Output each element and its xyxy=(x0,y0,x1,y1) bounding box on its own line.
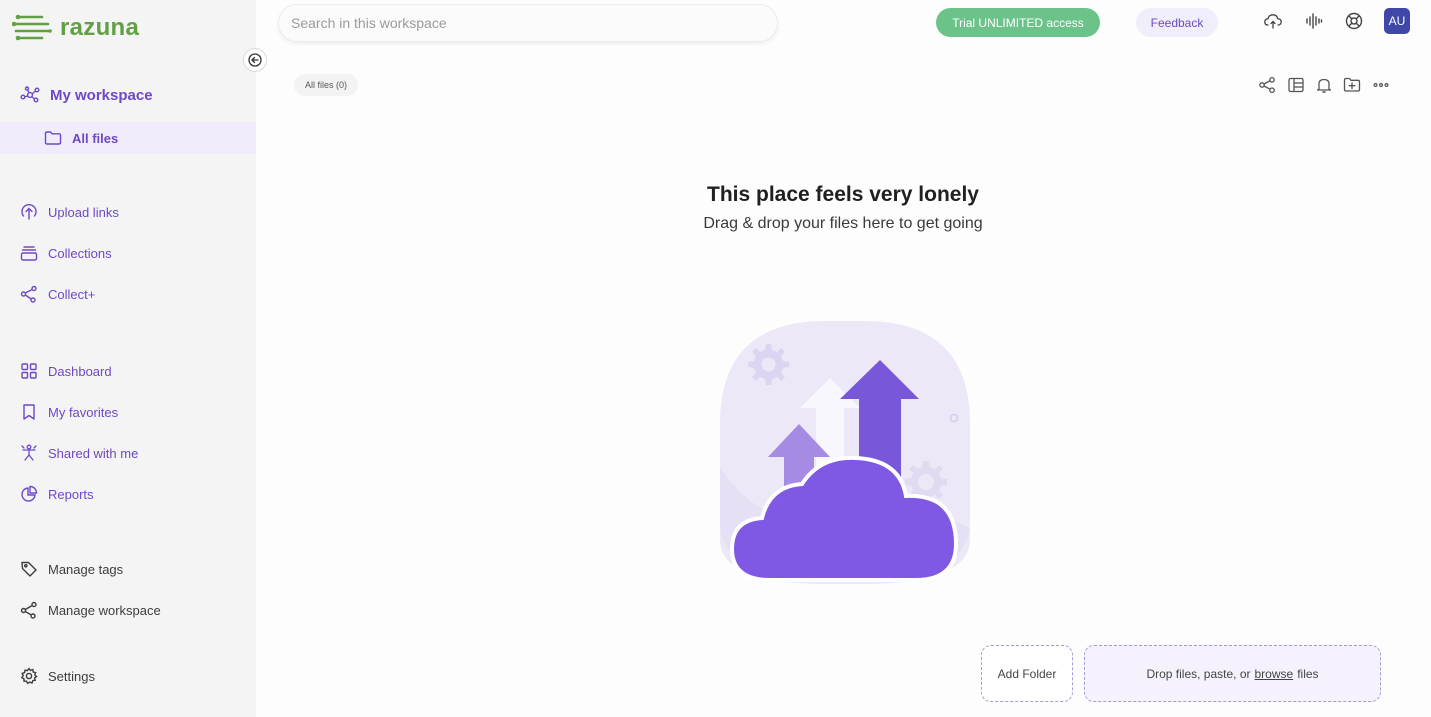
sidebar-item-all-files[interactable]: All files xyxy=(0,122,256,154)
new-folder-icon[interactable] xyxy=(1343,76,1361,94)
dropzone-text-suffix: files xyxy=(1297,666,1319,681)
upload-icon xyxy=(21,204,37,220)
browse-files-link[interactable]: browse xyxy=(1255,667,1294,681)
sidebar-item-settings[interactable]: Settings xyxy=(0,658,256,694)
more-icon[interactable] xyxy=(1372,76,1390,94)
logo-text: razuna xyxy=(60,14,140,41)
audio-wave-icon[interactable] xyxy=(1304,11,1324,31)
add-folder-button[interactable]: Add Folder xyxy=(981,645,1073,702)
sidebar-item-label: Reports xyxy=(48,486,94,502)
search-bar[interactable] xyxy=(278,4,778,42)
workspace-network-icon xyxy=(20,86,40,103)
empty-state-title: This place feels very lonely xyxy=(707,183,979,206)
dashboard-icon xyxy=(21,363,37,379)
sidebar-item-collect-plus[interactable]: Collect+ xyxy=(0,276,256,312)
razuna-logo-icon xyxy=(12,14,52,41)
sidebar-item-upload-links[interactable]: Upload links xyxy=(0,194,256,230)
bell-icon[interactable] xyxy=(1315,76,1333,94)
sidebar-item-reports[interactable]: Reports xyxy=(0,476,256,512)
share-icon[interactable] xyxy=(1258,76,1276,94)
sidebar-item-label: Shared with me xyxy=(48,445,139,461)
sidebar-item-label: Manage workspace xyxy=(48,602,161,618)
sidebar-item-label: Upload links xyxy=(48,204,119,220)
tag-icon xyxy=(21,561,37,577)
gear-icon xyxy=(20,667,38,685)
pie-chart-icon xyxy=(21,485,38,502)
bookmark-icon xyxy=(23,404,35,420)
collapse-sidebar-button[interactable] xyxy=(243,48,267,72)
feedback-button[interactable]: Feedback xyxy=(1136,8,1218,37)
logo[interactable]: razuna xyxy=(12,12,139,44)
empty-state-subtitle: Drag & drop your files here to get going xyxy=(703,215,983,232)
sidebar-item-manage-tags[interactable]: Manage tags xyxy=(0,551,256,587)
collapse-arrow-icon xyxy=(248,53,262,67)
share-nodes-icon xyxy=(20,601,37,619)
collections-icon xyxy=(20,246,38,261)
search-input[interactable] xyxy=(291,15,777,31)
help-lifebuoy-icon[interactable] xyxy=(1344,11,1364,31)
sidebar-item-label: My workspace xyxy=(50,86,153,104)
table-view-icon[interactable] xyxy=(1287,76,1305,94)
folder-icon xyxy=(44,131,62,145)
file-dropzone[interactable]: Drop files, paste, or browse files xyxy=(1084,645,1381,702)
breadcrumb[interactable]: All files (0) xyxy=(294,74,359,96)
collect-plus-icon xyxy=(20,285,37,303)
sidebar-item-label: Manage tags xyxy=(48,561,124,577)
empty-upload-illustration xyxy=(719,321,971,584)
sidebar-item-label: Settings xyxy=(48,668,95,684)
sidebar-item-label: All files xyxy=(72,130,119,146)
sidebar-item-shared-with-me[interactable]: Shared with me xyxy=(0,435,256,471)
sidebar-item-manage-workspace[interactable]: Manage workspace xyxy=(0,592,256,628)
avatar[interactable]: AU xyxy=(1384,8,1410,34)
dropzone-text-prefix: Drop files, paste, or xyxy=(1146,666,1251,681)
sidebar-item-label: Collect+ xyxy=(48,286,96,302)
sidebar-item-label: My favorites xyxy=(48,404,119,420)
sidebar: razuna My workspace All files Upload lin… xyxy=(0,0,256,717)
trial-access-button[interactable]: Trial UNLIMITED access xyxy=(936,8,1100,37)
sidebar-item-my-favorites[interactable]: My favorites xyxy=(0,394,256,430)
sidebar-item-collections[interactable]: Collections xyxy=(0,235,256,271)
shared-icon xyxy=(21,444,37,461)
sidebar-item-dashboard[interactable]: Dashboard xyxy=(0,353,256,389)
sidebar-item-my-workspace[interactable]: My workspace xyxy=(0,77,256,113)
cloud-sync-icon[interactable] xyxy=(1263,11,1283,31)
sidebar-item-label: Collections xyxy=(48,245,112,261)
sidebar-item-label: Dashboard xyxy=(48,363,112,379)
